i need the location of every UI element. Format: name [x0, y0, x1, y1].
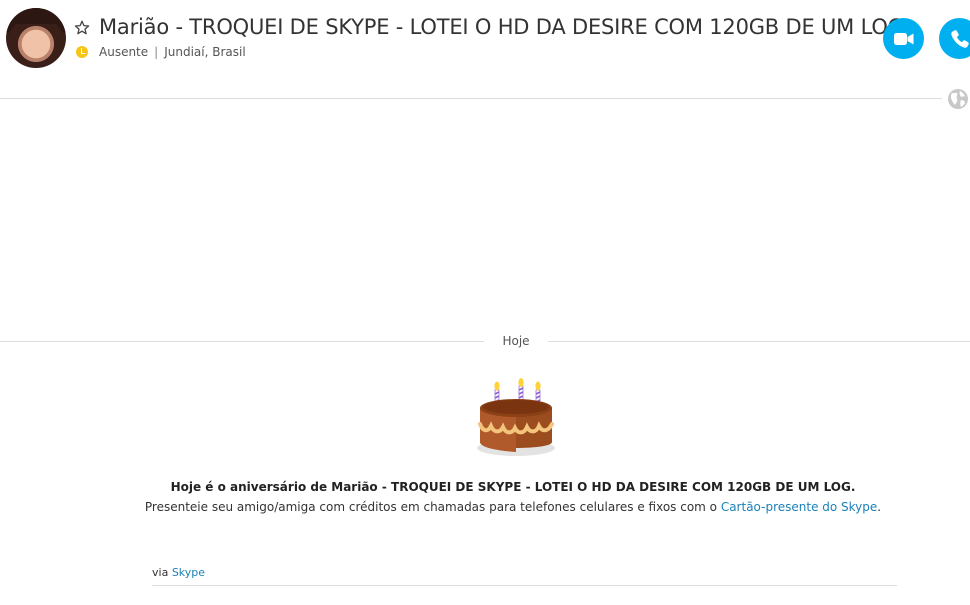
birthday-desc-end: .: [877, 500, 882, 514]
message-divider: [152, 585, 897, 586]
via-text: via: [152, 566, 172, 579]
status-text: Ausente: [99, 45, 149, 59]
voice-call-button[interactable]: [939, 18, 970, 59]
location-text: Jundiaí, Brasil: [164, 45, 246, 59]
star-icon[interactable]: [74, 20, 90, 36]
contact-avatar[interactable]: [6, 8, 66, 68]
status-separator: |: [154, 45, 159, 59]
video-camera-icon: [893, 32, 913, 45]
gift-card-link[interactable]: Cartão-presente do Skype: [721, 500, 877, 514]
via-line: via Skype: [152, 566, 205, 579]
header-divider: [0, 98, 942, 99]
video-call-button[interactable]: [883, 18, 924, 59]
away-clock-icon: [76, 46, 88, 58]
phone-icon: [950, 29, 969, 48]
birthday-description: Presenteie seu amigo/amiga com créditos …: [0, 500, 970, 514]
birthday-cake-icon: [477, 378, 555, 456]
birthday-desc-text: Presenteie seu amigo/amiga com créditos …: [144, 500, 721, 514]
day-label: Hoje: [502, 334, 530, 348]
globe-icon[interactable]: [947, 88, 969, 110]
contact-name: Marião - TROQUEI DE SKYPE - LOTEI O HD D…: [99, 15, 904, 39]
day-divider-right: [548, 341, 970, 342]
avatar-hair: [6, 8, 66, 42]
birthday-title: Hoje é o aniversário de Marião - TROQUEI…: [170, 480, 856, 494]
day-divider-left: [0, 341, 484, 342]
skype-link[interactable]: Skype: [172, 566, 205, 579]
status-line: Ausente | Jundiaí, Brasil: [99, 45, 246, 59]
